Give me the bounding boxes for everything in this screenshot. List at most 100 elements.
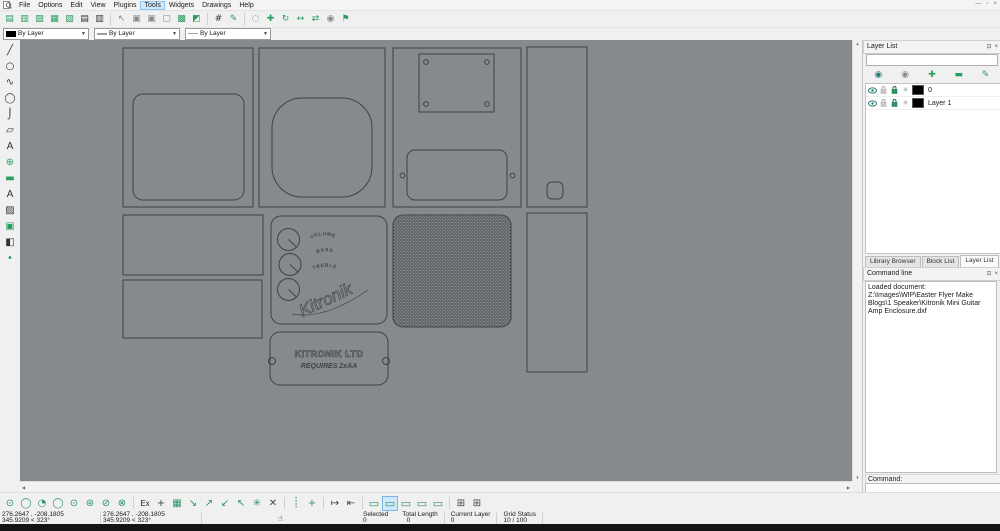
view-1-icon[interactable]: ▭ bbox=[366, 496, 382, 511]
edit-layer-button[interactable]: ✎ bbox=[975, 68, 997, 81]
zoom-auto-icon[interactable]: ◩ bbox=[189, 12, 204, 26]
restrict-horizontal-icon[interactable]: + bbox=[304, 496, 320, 511]
scale-icon[interactable]: ↔ bbox=[293, 12, 308, 26]
snap-off-icon[interactable]: ✕ bbox=[265, 496, 281, 511]
scroll-left-icon[interactable]: ◀ bbox=[20, 484, 27, 491]
color-combobox[interactable]: By Layer ▼ bbox=[3, 28, 89, 40]
spline-tool-icon[interactable]: ∿ bbox=[1, 74, 19, 90]
save-icon[interactable]: ▦ bbox=[47, 12, 62, 26]
menu-item[interactable]: Drawings bbox=[198, 1, 235, 10]
rotate-icon[interactable]: ↻ bbox=[278, 12, 293, 26]
split-view-left-icon[interactable]: ⊞ bbox=[453, 496, 469, 511]
float-panel-icon[interactable]: ⊡ bbox=[986, 41, 991, 53]
float-panel-icon[interactable]: ⊡ bbox=[986, 268, 991, 280]
point-tool-icon[interactable]: • bbox=[1, 250, 19, 266]
close-window-icon[interactable]: × bbox=[993, 0, 997, 9]
snap-grid-icon[interactable]: ◯ bbox=[18, 496, 34, 511]
panel-side-bottom[interactable] bbox=[527, 213, 587, 372]
close-panel-icon[interactable]: × bbox=[994, 268, 998, 280]
mirror-icon[interactable]: ⇄ bbox=[308, 12, 323, 26]
menu-item[interactable]: Options bbox=[34, 1, 66, 10]
view-5-icon[interactable]: ▭ bbox=[430, 496, 446, 511]
remove-layer-button[interactable]: ▬ bbox=[948, 68, 970, 81]
width-combobox[interactable]: By Layer ▼ bbox=[94, 28, 180, 40]
grid-snap-icon[interactable]: ▦ bbox=[169, 496, 185, 511]
minimize-window-icon[interactable]: — bbox=[975, 0, 981, 9]
lock-relative-zero-icon[interactable]: ⇤ bbox=[343, 496, 359, 511]
layer-construction-icon[interactable]: ✳ bbox=[901, 99, 910, 107]
view-2-icon[interactable]: ▭ bbox=[382, 496, 398, 511]
snap-perpendicular-icon[interactable]: ↙ bbox=[217, 496, 233, 511]
menu-item[interactable]: Widgets bbox=[165, 1, 198, 10]
dimension-tool-icon[interactable]: A bbox=[1, 138, 19, 154]
linetype-combobox[interactable]: By Layer ▼ bbox=[185, 28, 271, 40]
layer-visible-eye-icon[interactable] bbox=[868, 87, 877, 94]
dimension-leader-icon[interactable]: ▱ bbox=[1, 122, 19, 138]
snap-free-icon[interactable]: ⊙ bbox=[2, 496, 18, 511]
scroll-up-icon[interactable]: ▲ bbox=[854, 40, 862, 47]
snap-distance-icon[interactable]: ⊘ bbox=[98, 496, 114, 511]
layer-print-lock-icon[interactable] bbox=[890, 86, 899, 94]
restrict-vertical-icon[interactable]: ┊ bbox=[288, 496, 304, 511]
menu-item[interactable]: Edit bbox=[66, 1, 86, 10]
layer-lock-icon[interactable] bbox=[879, 86, 888, 94]
print-icon[interactable]: ▤ bbox=[77, 12, 92, 26]
image-tool-icon[interactable]: ▣ bbox=[1, 218, 19, 234]
snap-auto-icon[interactable]: ✳ bbox=[249, 496, 265, 511]
snap-entity-icon[interactable]: ◯ bbox=[50, 496, 66, 511]
name-plate[interactable]: KITRONIK LTD REQUIRES 2xAA bbox=[269, 332, 390, 385]
line-tool-icon[interactable]: ╱ bbox=[1, 42, 19, 58]
print-preview-icon[interactable]: ▥ bbox=[92, 12, 107, 26]
snap-endpoint-icon[interactable]: ◔ bbox=[34, 496, 50, 511]
panel-controls[interactable]: VOLUME BASS TREBLE Kitronik bbox=[271, 216, 387, 324]
new-from-template-icon[interactable]: ▥ bbox=[17, 12, 32, 26]
select-pointer-icon[interactable]: ↖ bbox=[114, 12, 129, 26]
dock-tab[interactable]: Library Browser bbox=[865, 256, 921, 267]
polyline-tool-icon[interactable]: ⌡ bbox=[1, 106, 19, 122]
set-relative-zero-icon[interactable]: ↦ bbox=[327, 496, 343, 511]
stretch-flag-icon[interactable]: ⚑ bbox=[338, 12, 353, 26]
panel-mid-left-2[interactable] bbox=[123, 280, 262, 338]
menu-item[interactable]: Plugins bbox=[110, 1, 141, 10]
open-file-icon[interactable]: ▨ bbox=[32, 12, 47, 26]
layer-visible-eye-icon[interactable] bbox=[868, 100, 877, 107]
draft-pencil-icon[interactable]: ✎ bbox=[226, 12, 241, 26]
Layer 1[interactable]: ✳ Layer 1 bbox=[866, 97, 1000, 110]
dock-tab[interactable]: Block List bbox=[922, 256, 960, 267]
measure-tool-icon[interactable]: ▬ bbox=[1, 170, 19, 186]
zoom-pointer-icon[interactable]: ◉ bbox=[323, 12, 338, 26]
view-3-icon[interactable]: ▭ bbox=[398, 496, 414, 511]
zoom-window-icon[interactable]: ▩ bbox=[174, 12, 189, 26]
layer-filter-input[interactable] bbox=[866, 54, 998, 66]
restrict-ex-button[interactable]: Ex bbox=[137, 496, 153, 511]
zoom-tool-icon[interactable]: ⊕ bbox=[1, 154, 19, 170]
selection-window-icon[interactable]: ▢ bbox=[159, 12, 174, 26]
snap-middle-icon[interactable]: ⊛ bbox=[82, 496, 98, 511]
snap-tangent-icon[interactable]: ↖ bbox=[233, 496, 249, 511]
snap-center-icon[interactable]: ⊙ bbox=[66, 496, 82, 511]
horizontal-scrollbar[interactable]: ◀ ▶ bbox=[20, 481, 852, 492]
snap-intersection-icon[interactable]: ⊗ bbox=[114, 496, 130, 511]
menu-item[interactable]: Help bbox=[235, 1, 257, 10]
menu-item[interactable]: Tools bbox=[140, 1, 164, 10]
panel-top-left[interactable] bbox=[123, 48, 253, 207]
restore-window-icon[interactable]: ▫ bbox=[986, 0, 988, 9]
ellipse-tool-icon[interactable]: ◯ bbox=[1, 90, 19, 106]
grid-icon[interactable]: # bbox=[211, 12, 226, 26]
hatch-tool-icon[interactable]: ▨ bbox=[1, 202, 19, 218]
restrict-nothing-icon[interactable]: + bbox=[153, 496, 169, 511]
scroll-right-icon[interactable]: ▶ bbox=[845, 484, 852, 491]
panel-mid-left-1[interactable] bbox=[123, 215, 263, 275]
view-4-icon[interactable]: ▭ bbox=[414, 496, 430, 511]
split-view-right-icon[interactable]: ⊞ bbox=[469, 496, 485, 511]
menu-item[interactable]: View bbox=[86, 1, 109, 10]
add-layer-button[interactable]: ✚ bbox=[921, 68, 943, 81]
show-all-layers-button[interactable]: ◉ bbox=[867, 68, 889, 81]
panel-speaker-cutout[interactable] bbox=[259, 48, 385, 207]
save-as-icon[interactable]: ▧ bbox=[62, 12, 77, 26]
0[interactable]: ✳ 0 bbox=[866, 84, 1000, 97]
layer-print-lock-icon[interactable] bbox=[890, 99, 899, 107]
text-tool-icon[interactable]: A bbox=[1, 186, 19, 202]
scroll-down-icon[interactable]: ▼ bbox=[854, 474, 862, 481]
menu-item[interactable]: File bbox=[15, 1, 34, 10]
